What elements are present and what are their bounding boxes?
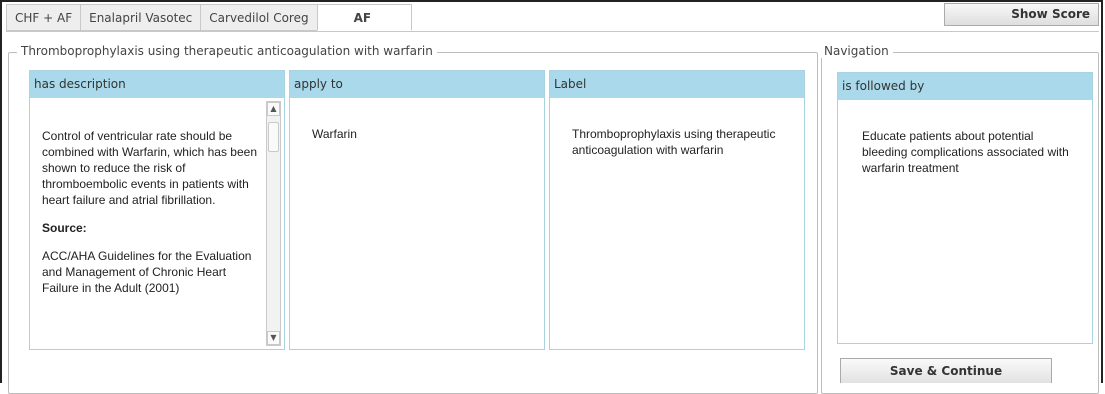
navigation-legend: Navigation	[820, 44, 893, 58]
tab-enalapril-vasotec[interactable]: Enalapril Vasotec	[80, 4, 201, 31]
followed-by-text: Educate patients about potential bleedin…	[862, 129, 1069, 175]
description-text: Control of ventricular rate should be co…	[42, 129, 257, 207]
apply-to-panel: apply to Warfarin	[289, 70, 545, 350]
description-content: Control of ventricular rate should be co…	[42, 128, 260, 296]
description-panel: has description Control of ventricular r…	[29, 70, 285, 350]
source-text: ACC/AHA Guidelines for the Evaluation an…	[42, 249, 252, 295]
show-score-button[interactable]: Show Score	[944, 3, 1099, 26]
description-header: has description	[30, 71, 284, 98]
source-label: Source:	[42, 221, 87, 235]
tab-af[interactable]: AF	[316, 4, 413, 31]
description-scrollbar[interactable]: ▲ ▼	[266, 101, 281, 346]
scroll-thumb[interactable]	[268, 122, 279, 152]
label-text: Thromboprophylaxis using therapeutic ant…	[572, 127, 776, 157]
scroll-up-arrow-icon[interactable]: ▲	[267, 102, 280, 116]
tab-carvedilol-coreg[interactable]: Carvedilol Coreg	[200, 4, 317, 31]
save-continue-button[interactable]: Save & Continue	[840, 358, 1052, 383]
label-header: Label	[550, 71, 804, 98]
apply-to-header: apply to	[290, 71, 544, 98]
apply-to-text: Warfarin	[312, 127, 357, 141]
recommendation-legend: Thromboprophylaxis using therapeutic ant…	[17, 44, 437, 58]
label-panel: Label Thromboprophylaxis using therapeut…	[549, 70, 805, 350]
tab-divider	[6, 31, 1099, 32]
followed-by-header: is followed by	[838, 73, 1092, 100]
followed-by-panel: is followed by Educate patients about po…	[837, 72, 1093, 344]
scroll-down-arrow-icon[interactable]: ▼	[267, 331, 280, 345]
tab-chf-af[interactable]: CHF + AF	[6, 4, 81, 31]
tab-bar: CHF + AF Enalapril Vasotec Carvedilol Co…	[6, 4, 413, 32]
